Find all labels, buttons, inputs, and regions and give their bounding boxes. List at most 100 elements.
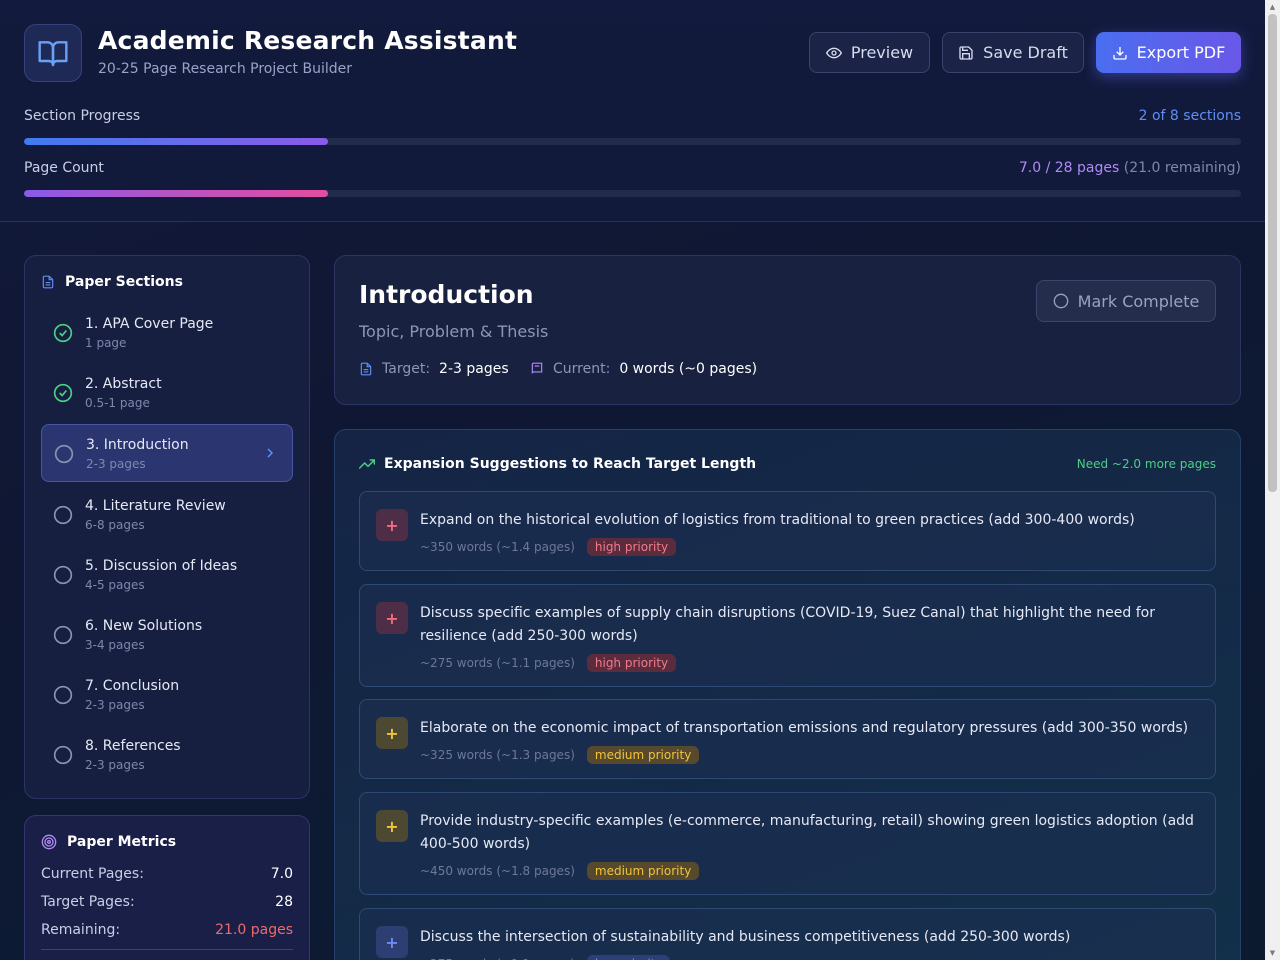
eye-icon [825, 47, 842, 58]
suggestion-meta: ~350 words (~1.4 pages) high priority [420, 538, 677, 556]
sidebar-item-label: 5. Discussion of Ideas [85, 558, 238, 574]
mark-complete-label: Mark Complete [1077, 291, 1200, 311]
suggestion-estimate: ~325 words (~1.3 pages) [420, 748, 575, 762]
metrics-divider [41, 949, 293, 950]
suggestion-meta: ~275 words (~1.1 pages) high priority [420, 654, 677, 672]
metric-remaining-label: Remaining: [41, 922, 121, 938]
preview-button-label: Preview [850, 43, 914, 62]
book-icon [531, 362, 543, 374]
sidebar-item-section-1[interactable]: 1. APA Cover Page 1 page [41, 304, 293, 362]
plus-icon: + [385, 515, 399, 535]
suggestion-item: + Expand on the historical evolution of l… [359, 491, 1216, 571]
sidebar-item-section-5[interactable]: 5. Discussion of Ideas 4-5 pages [41, 546, 293, 604]
section-progress-label: Section Progress [24, 108, 141, 124]
chevron-right-icon [267, 448, 274, 458]
check-circle-icon [53, 323, 73, 343]
suggestion-meta: ~450 words (~1.8 pages) medium priority [420, 862, 700, 880]
plus-icon: + [385, 816, 399, 836]
sidebar-item-section-2[interactable]: 2. Abstract 0.5-1 page [41, 364, 293, 422]
app-title: Academic Research Assistant [98, 26, 518, 55]
save-icon [959, 45, 973, 60]
section-title: Introduction [359, 280, 534, 309]
suggestion-text: Elaborate on the economic impact of tran… [420, 720, 1189, 736]
preview-button[interactable]: Preview [809, 32, 930, 73]
suggestion-text: Discuss specific examples of supply chai… [420, 605, 1155, 644]
page-count-bar [24, 190, 1241, 197]
priority-badge: high priority [586, 538, 677, 556]
export-pdf-button[interactable]: Export PDF [1096, 32, 1241, 73]
target-icon [41, 834, 57, 850]
suggestion-text: Discuss the intersection of sustainabili… [420, 929, 1071, 945]
section-header-card: Introduction Topic, Problem & Thesis Tar… [334, 255, 1241, 405]
suggestion-item: + Elaborate on the economic impact of tra… [359, 699, 1216, 779]
page-count-value-group: 7.0 / 28 pages (21.0 remaining) [1019, 160, 1241, 176]
expansion-need: Need ~2.0 more pages [1076, 457, 1216, 471]
add-suggestion-button[interactable]: + [376, 509, 408, 541]
expansion-suggestions-panel: Expansion Suggestions to Reach Target Le… [334, 429, 1241, 960]
scroll-down-arrow-icon[interactable]: ▼ [1265, 946, 1280, 960]
sidebar-item-label: 4. Literature Review [85, 498, 226, 514]
add-suggestion-button[interactable]: + [376, 810, 408, 842]
sidebar-item-label: 3. Introduction [86, 437, 189, 453]
save-draft-button[interactable]: Save Draft [942, 32, 1084, 73]
suggestion-item: + Discuss the intersection of sustainabil… [359, 908, 1216, 960]
sidebar-item-pages: 6-8 pages [85, 518, 145, 532]
download-icon [1113, 46, 1127, 60]
add-suggestion-button[interactable]: + [376, 717, 408, 749]
metric-remaining: Remaining: 21.0 pages [41, 922, 293, 938]
metric-current-pages: Current Pages: 7.0 [41, 866, 293, 882]
sidebar-item-pages: 2-3 pages [86, 457, 146, 471]
suggestion-text: Provide industry-specific examples (e-co… [420, 813, 1194, 852]
mark-complete-button[interactable]: Mark Complete [1036, 280, 1216, 322]
scroll-up-arrow-icon[interactable]: ▲ [1265, 0, 1280, 14]
metric-current-value: 7.0 [270, 866, 293, 882]
sidebar-item-label: 1. APA Cover Page [85, 316, 214, 332]
sidebar-item-section-3[interactable]: 3. Introduction 2-3 pages [41, 424, 293, 482]
section-target: Target: 2-3 pages [359, 361, 509, 377]
sidebar-heading: Paper Sections [41, 274, 183, 290]
section-current-value: 0 words (~0 pages) [619, 361, 758, 377]
add-suggestion-button[interactable]: + [376, 926, 408, 958]
metric-target-pages: Target Pages: 28 [41, 894, 293, 910]
sidebar-item-section-8[interactable]: 8. References 2-3 pages [41, 726, 293, 784]
circle-icon [53, 565, 73, 585]
sidebar-item-pages: 1 page [85, 336, 127, 350]
export-pdf-button-label: Export PDF [1136, 43, 1226, 62]
expansion-heading-label: Expansion Suggestions to Reach Target Le… [384, 456, 757, 472]
sidebar-item-pages: 3-4 pages [85, 638, 145, 652]
metric-current-label: Current Pages: [41, 866, 144, 882]
suggestion-meta: ~325 words (~1.3 pages) medium priority [420, 746, 700, 764]
book-icon [24, 24, 82, 82]
priority-badge: medium priority [586, 746, 700, 764]
circle-icon [1053, 293, 1069, 309]
sidebar-item-label: 6. New Solutions [85, 618, 203, 634]
sidebar-item-label: 2. Abstract [85, 376, 162, 392]
priority-badge: medium priority [586, 862, 700, 880]
page-count-value: 7.0 / 28 pages [1018, 160, 1120, 176]
sidebar-item-section-7[interactable]: 7. Conclusion 2-3 pages [41, 666, 293, 724]
circle-icon [53, 505, 73, 525]
section-progress-value: 2 of 8 sections [1138, 108, 1241, 124]
sidebar-item-label: 8. References [85, 738, 181, 754]
sidebar-item-section-4[interactable]: 4. Literature Review 6-8 pages [41, 486, 293, 544]
page-scrollbar[interactable]: ▲ ▼ [1265, 0, 1280, 960]
page-count-fill [24, 190, 329, 197]
suggestion-estimate: ~450 words (~1.8 pages) [420, 864, 575, 878]
save-draft-button-label: Save Draft [983, 43, 1068, 62]
sidebar-item-label: 7. Conclusion [85, 678, 180, 694]
priority-badge: high priority [586, 654, 677, 672]
page-count-label: Page Count [24, 160, 104, 176]
scrollbar-thumb[interactable] [1268, 14, 1277, 492]
suggestion-item: + Provide industry-specific examples (e-c… [359, 792, 1216, 895]
document-icon [360, 362, 372, 376]
sidebar-item-section-6[interactable]: 6. New Solutions 3-4 pages [41, 606, 293, 664]
metrics-heading: Paper Metrics [41, 834, 176, 850]
suggestion-text: Expand on the historical evolution of lo… [420, 512, 1135, 528]
section-current-label: Current: [553, 361, 611, 377]
suggestion-estimate: ~350 words (~1.4 pages) [420, 540, 575, 554]
metric-target-label: Target Pages: [41, 894, 135, 910]
add-suggestion-button[interactable]: + [376, 602, 408, 634]
trending-up-icon [359, 459, 375, 469]
circle-icon [53, 745, 73, 765]
suggestion-estimate: ~275 words (~1.1 pages) [420, 656, 575, 670]
